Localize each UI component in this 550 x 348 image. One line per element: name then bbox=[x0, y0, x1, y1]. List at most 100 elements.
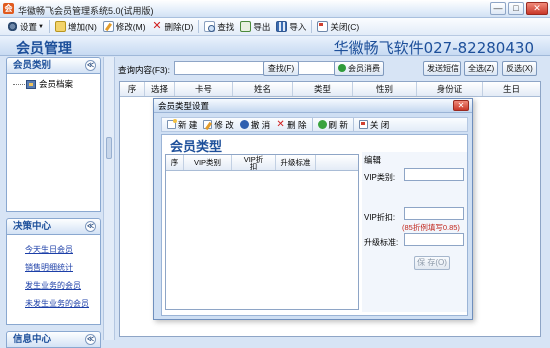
app-logo-icon: 会 bbox=[3, 3, 14, 14]
collapse-icon[interactable]: ≪ bbox=[85, 221, 96, 232]
delete-icon: ✕ bbox=[276, 119, 285, 130]
export-button[interactable]: 导出 bbox=[237, 19, 273, 35]
column-header[interactable]: 序 bbox=[120, 82, 145, 96]
find-icon bbox=[204, 21, 216, 32]
settings-button[interactable]: 设置 ▼ bbox=[4, 19, 47, 35]
edit-button[interactable]: 修改(M) bbox=[100, 19, 149, 35]
edit-icon bbox=[203, 120, 213, 129]
toolbar-separator bbox=[311, 118, 313, 131]
panel-info-center-header[interactable]: 信息中心 ≪ bbox=[6, 331, 101, 348]
dialog-close-button[interactable]: ✕ bbox=[453, 100, 469, 111]
new-icon bbox=[167, 119, 177, 129]
dialog-body: 会员类型 序 VIP类别 VIP折扣 升级标准 编辑 VIP类别: VIP折扣:… bbox=[161, 134, 468, 316]
tree-item-member-archive[interactable]: 会员档案 bbox=[7, 74, 100, 90]
column-header[interactable]: 性别 bbox=[353, 82, 417, 96]
consume-icon bbox=[338, 64, 346, 72]
select-all-button[interactable]: 全选(Z) bbox=[464, 61, 498, 76]
link-sales-detail[interactable]: 销售明细统计 bbox=[7, 259, 100, 277]
dropdown-arrow-icon: ▼ bbox=[38, 23, 44, 30]
main-toolbar: 设置 ▼ 增加(N) 修改(M) ✕ 删除(D) 查找 导出 导入 关闭(C) bbox=[0, 18, 550, 36]
edit-panel: 编辑 VIP类别: VIP折扣: (85折例填写0.85) 升级标准: 保 存(… bbox=[362, 152, 467, 312]
import-button[interactable]: 导入 bbox=[273, 19, 309, 35]
delete-icon: ✕ bbox=[152, 20, 162, 32]
column-header[interactable]: 选择 bbox=[145, 82, 175, 96]
export-label: 导出 bbox=[253, 21, 271, 32]
member-category-tree: 会员档案 bbox=[6, 74, 101, 212]
add-button[interactable]: 增加(N) bbox=[52, 19, 100, 35]
close-doc-label: 关闭(C) bbox=[330, 21, 360, 32]
panel-decision-center-header[interactable]: 决策中心 ≪ bbox=[6, 218, 101, 235]
column-header[interactable]: 升级标准 bbox=[276, 155, 316, 170]
upgrade-standard-input[interactable] bbox=[404, 233, 464, 246]
find-f-button[interactable]: 查找(F) bbox=[263, 61, 299, 76]
dialog-title-bar[interactable]: 会员类型设置 ✕ bbox=[154, 99, 472, 113]
undo-icon bbox=[239, 120, 249, 129]
add-icon bbox=[54, 21, 66, 32]
undo-button[interactable]: 撤 消 bbox=[237, 119, 273, 131]
link-active-members[interactable]: 发生业务的会员 bbox=[7, 277, 100, 295]
dialog-title: 会员类型设置 bbox=[158, 101, 210, 111]
dialog-delete-button[interactable]: ✕ 删 除 bbox=[273, 119, 309, 131]
dialog-heading: 会员类型 bbox=[170, 139, 223, 154]
toolbar-separator bbox=[198, 20, 200, 33]
column-header[interactable]: 生日 bbox=[483, 82, 540, 96]
module-title: 会员管理 bbox=[16, 40, 72, 56]
discount-hint: (85折例填写0.85) bbox=[402, 223, 460, 232]
header-band: 会员管理 华徽畅飞软件027-82280430 bbox=[0, 36, 550, 57]
close-window-button[interactable]: ✕ bbox=[526, 2, 548, 15]
column-header[interactable]: 卡号 bbox=[175, 82, 233, 96]
splitter-handle[interactable] bbox=[106, 137, 112, 159]
toolbar-separator bbox=[48, 20, 50, 33]
panel-member-category-header[interactable]: 会员类别 ≪ bbox=[6, 57, 101, 74]
delete-label: 删 除 bbox=[287, 119, 307, 130]
dialog-edit-button[interactable]: 修 改 bbox=[200, 119, 236, 131]
export-icon bbox=[240, 21, 252, 32]
delete-button[interactable]: ✕ 删除(D) bbox=[149, 19, 197, 35]
vip-discount-input[interactable] bbox=[404, 207, 464, 220]
column-header[interactable]: 序 bbox=[166, 155, 184, 170]
decision-center-links: 今天生日会员 销售明细统计 发生业务的会员 未发生业务的会员 bbox=[6, 235, 101, 325]
edit-label: 修 改 bbox=[214, 119, 234, 130]
vip-category-input[interactable] bbox=[404, 168, 464, 181]
title-bar: 会 华徽畅飞会员管理系统5.0(试用版) — □ ✕ bbox=[0, 0, 550, 18]
new-button[interactable]: 新 建 bbox=[164, 119, 200, 131]
save-button[interactable]: 保 存(O) bbox=[414, 256, 450, 270]
column-header[interactable]: 身份证 bbox=[417, 82, 483, 96]
send-sms-button[interactable]: 发送短信 bbox=[423, 61, 461, 76]
maximize-button[interactable]: □ bbox=[508, 2, 524, 15]
close-doc-icon bbox=[358, 120, 368, 129]
member-type-dialog: 会员类型设置 ✕ 新 建 修 改 撤 消 ✕ 删 除 刷 新 关 闭 会员类型 … bbox=[153, 98, 473, 320]
column-header[interactable]: 类型 bbox=[293, 82, 353, 96]
search-bar: 查询内容(F3): 查找(F) 会员消费 发送短信 全选(Z) 反选(X) bbox=[116, 59, 544, 79]
link-birthday-members[interactable]: 今天生日会员 bbox=[7, 241, 100, 259]
close-doc-button[interactable]: 关闭(C) bbox=[314, 19, 362, 35]
dialog-toolbar: 新 建 修 改 撤 消 ✕ 删 除 刷 新 关 闭 bbox=[161, 117, 468, 132]
tree-item-label: 会员档案 bbox=[39, 79, 74, 89]
collapse-icon[interactable]: ≪ bbox=[85, 60, 96, 71]
column-header[interactable]: VIP折扣 bbox=[232, 155, 276, 170]
sidebar: 会员类别 ≪ 会员档案 决策中心 ≪ 今天生日会员 销售明细统计 发生业务的会员… bbox=[6, 57, 101, 348]
invert-selection-button[interactable]: 反选(X) bbox=[502, 61, 537, 76]
member-consume-button[interactable]: 会员消费 bbox=[334, 61, 384, 76]
dialog-close-doc-button[interactable]: 关 闭 bbox=[356, 119, 392, 131]
grid-header: 序 选择 卡号 姓名 类型 性别 身份证 生日 bbox=[120, 82, 540, 97]
column-header[interactable]: 姓名 bbox=[233, 82, 293, 96]
column-header[interactable]: VIP类别 bbox=[184, 155, 232, 170]
settings-icon bbox=[7, 21, 18, 32]
close-doc-icon bbox=[317, 21, 329, 32]
find-label: 查找 bbox=[217, 21, 235, 32]
splitter[interactable] bbox=[103, 57, 115, 340]
refresh-button[interactable]: 刷 新 bbox=[315, 119, 351, 131]
panel-title: 决策中心 bbox=[13, 221, 52, 232]
minimize-button[interactable]: — bbox=[490, 2, 506, 15]
undo-label: 撤 消 bbox=[250, 119, 271, 130]
link-inactive-members[interactable]: 未发生业务的会员 bbox=[7, 295, 100, 313]
collapse-icon[interactable]: ≪ bbox=[85, 334, 96, 345]
panel-title: 信息中心 bbox=[13, 334, 52, 345]
find-button[interactable]: 查找 bbox=[201, 19, 237, 35]
delete-label: 删除(D) bbox=[164, 21, 194, 32]
settings-label: 设置 bbox=[20, 21, 38, 32]
window-title: 华徽畅飞会员管理系统5.0(试用版) bbox=[18, 6, 154, 16]
tree-connector bbox=[13, 83, 25, 85]
toolbar-separator bbox=[311, 20, 313, 33]
